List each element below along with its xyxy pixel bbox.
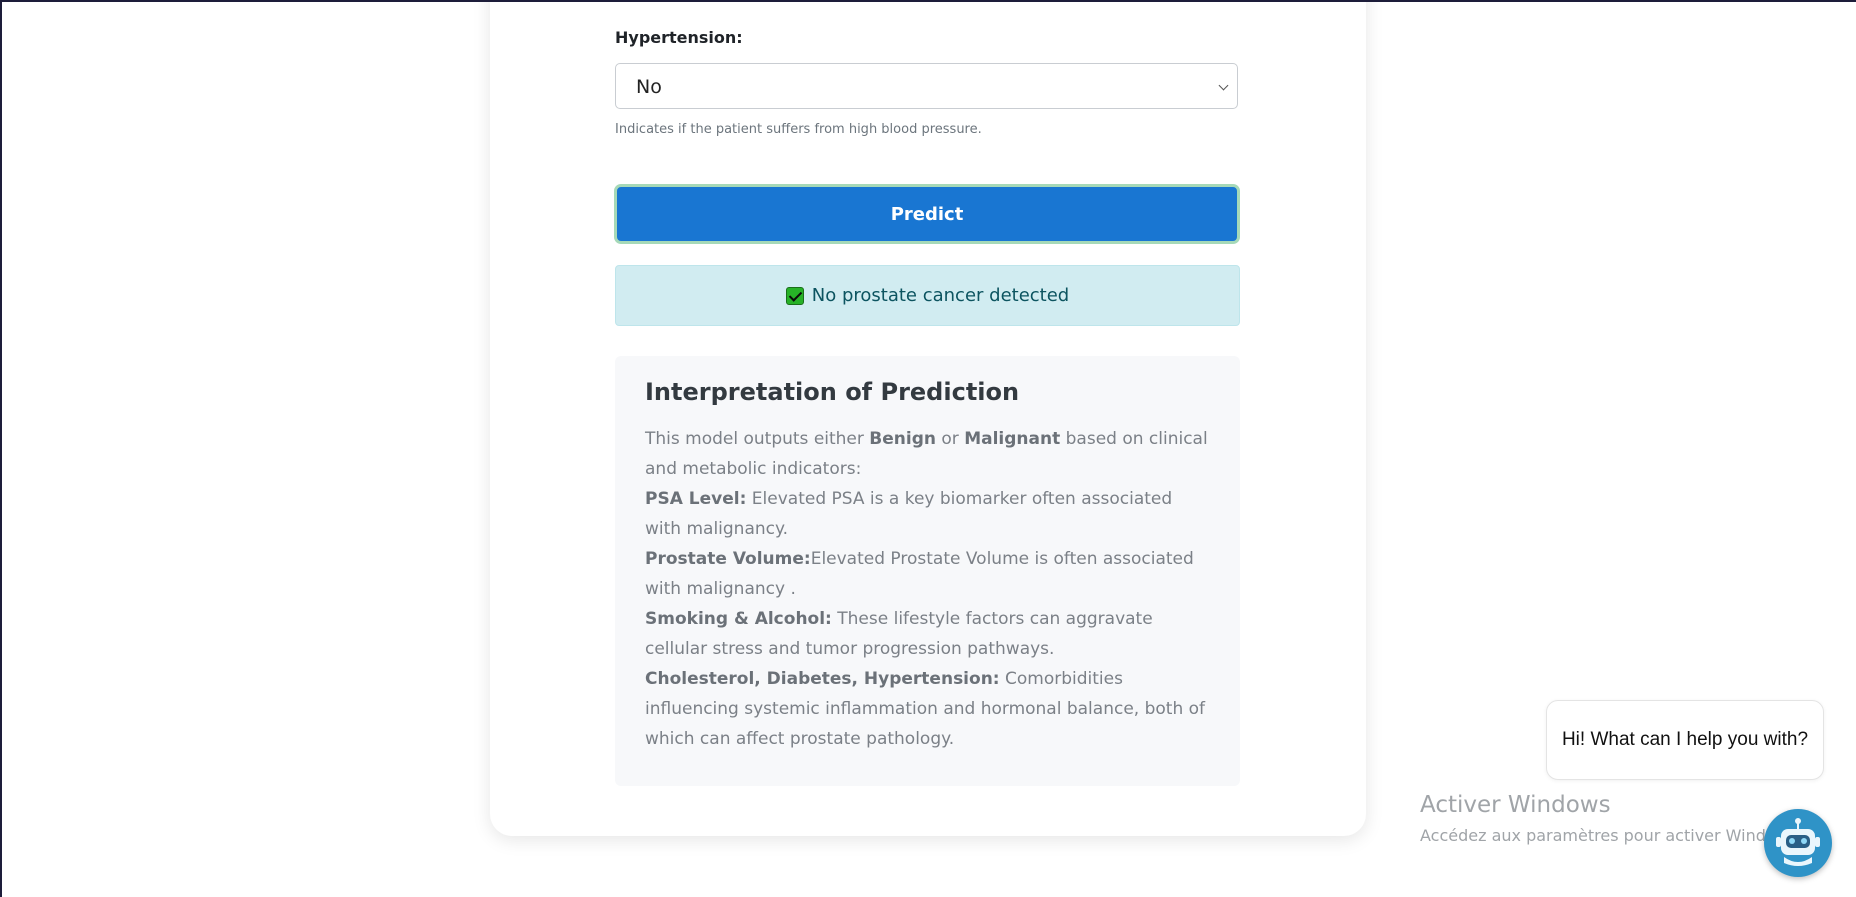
- chatbot-launcher-button[interactable]: [1764, 809, 1832, 877]
- comorbidity-label: Cholesterol, Diabetes, Hypertension:: [645, 669, 1000, 689]
- check-box-icon: [785, 286, 804, 305]
- intro-pre: This model outputs either: [645, 429, 870, 449]
- windows-activation-title: Activer Windows: [1420, 792, 1611, 818]
- interpretation-title: Interpretation of Prediction: [645, 378, 1020, 406]
- interpretation-panel: Interpretation of Prediction This model …: [615, 356, 1240, 786]
- result-text: No prostate cancer detected: [811, 285, 1070, 306]
- intro-or: or: [936, 429, 965, 449]
- hypertension-select[interactable]: No: [615, 63, 1238, 109]
- hypertension-hint: Indicates if the patient suffers from hi…: [615, 122, 982, 137]
- hypertension-label: Hypertension:: [615, 28, 743, 47]
- chat-greeting-bubble[interactable]: Hi! What can I help you with?: [1546, 700, 1824, 780]
- psa-label: PSA Level:: [645, 489, 747, 509]
- interpretation-body: This model outputs either Benign or Mali…: [645, 424, 1210, 754]
- hypertension-select-value: No: [636, 76, 662, 98]
- robot-icon: [1776, 818, 1820, 866]
- volume-label: Prostate Volume:: [645, 549, 811, 569]
- benign-term: Benign: [869, 429, 936, 449]
- predict-button[interactable]: Predict: [614, 184, 1240, 244]
- lifestyle-label: Smoking & Alcohol:: [645, 609, 832, 629]
- chevron-down-icon: [1218, 80, 1229, 91]
- result-alert: No prostate cancer detected: [615, 265, 1240, 326]
- windows-activation-subtitle: Accédez aux paramètres pour activer Wind…: [1420, 826, 1803, 845]
- malignant-term: Malignant: [964, 429, 1061, 449]
